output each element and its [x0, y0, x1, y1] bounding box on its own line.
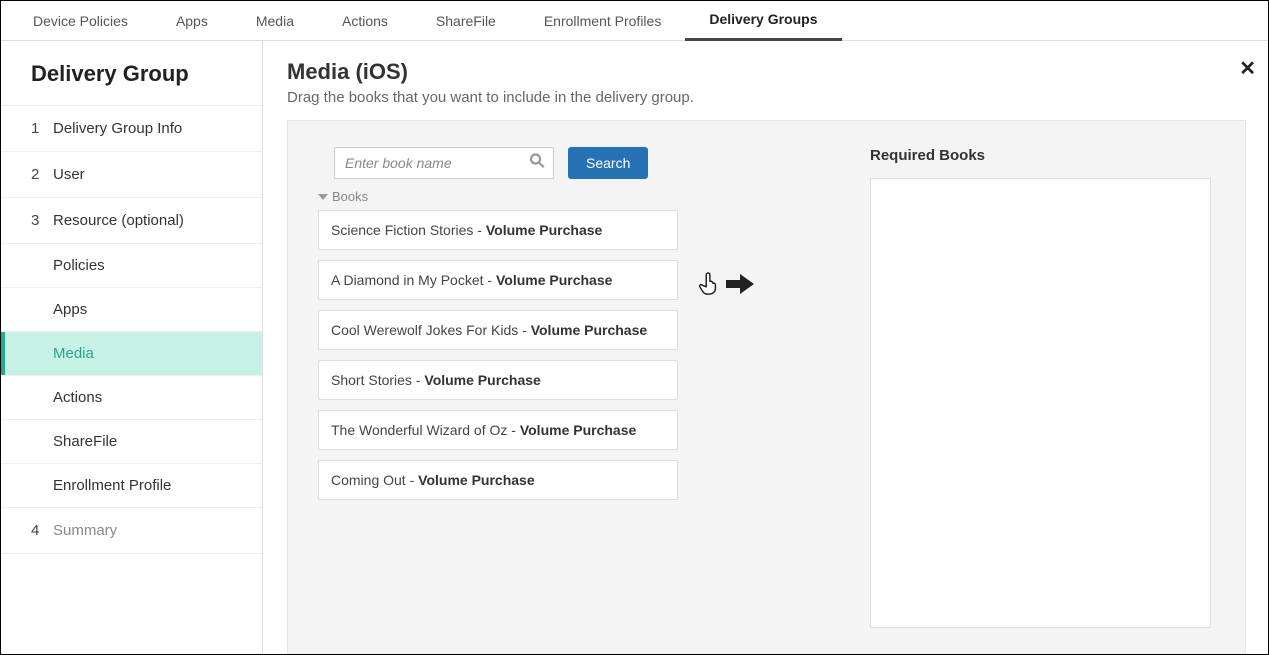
book-item[interactable]: Short Stories - Volume Purchase [318, 360, 678, 400]
book-item[interactable]: Coming Out - Volume Purchase [318, 460, 678, 500]
step-delivery-group-info[interactable]: 1 Delivery Group Info [1, 106, 262, 152]
book-suffix: Volume Purchase [531, 322, 647, 338]
substep-media[interactable]: Media [1, 332, 262, 376]
hand-pointer-icon [698, 271, 720, 302]
tab-device-policies[interactable]: Device Policies [9, 1, 152, 41]
required-books-title: Required Books [870, 147, 1211, 164]
substep-policies[interactable]: Policies [1, 244, 262, 288]
tab-sharefile[interactable]: ShareFile [412, 1, 520, 41]
tab-delivery-groups[interactable]: Delivery Groups [685, 1, 841, 41]
step-user[interactable]: 2 User [1, 152, 262, 198]
drag-hint [698, 271, 754, 302]
top-nav: Device Policies Apps Media Actions Share… [1, 1, 1268, 41]
books-group-label: Books [332, 189, 368, 204]
sidebar-title: Delivery Group [1, 41, 262, 106]
step-number: 3 [31, 212, 53, 229]
step-number: 2 [31, 166, 53, 183]
substep-label: Media [53, 345, 94, 362]
step-label: Summary [53, 522, 117, 539]
step-number: 4 [31, 522, 53, 539]
books-group-header[interactable]: Books [318, 189, 678, 204]
tab-apps[interactable]: Apps [152, 1, 232, 41]
step-label: Resource (optional) [53, 212, 184, 229]
substep-label: ShareFile [53, 433, 117, 450]
book-title: Cool Werewolf Jokes For Kids [331, 322, 518, 338]
arrow-right-icon [726, 274, 754, 299]
required-books-dropzone[interactable] [870, 178, 1211, 628]
close-button[interactable]: ✕ [1239, 59, 1256, 79]
substep-apps[interactable]: Apps [1, 288, 262, 332]
book-suffix: Volume Purchase [418, 472, 534, 488]
available-books-column: Search Books Science Fiction Stories - V… [318, 147, 678, 628]
tab-enrollment-profiles[interactable]: Enrollment Profiles [520, 1, 686, 41]
book-item[interactable]: The Wonderful Wizard of Oz - Volume Purc… [318, 410, 678, 450]
caret-down-icon [318, 194, 328, 200]
book-title: The Wonderful Wizard of Oz [331, 422, 507, 438]
book-suffix: Volume Purchase [496, 272, 612, 288]
book-suffix: Volume Purchase [424, 372, 540, 388]
substep-label: Apps [53, 301, 87, 318]
search-field-wrapper [334, 147, 554, 179]
step-label: Delivery Group Info [53, 120, 182, 137]
search-input[interactable] [334, 147, 554, 179]
step-label: User [53, 166, 85, 183]
book-item[interactable]: A Diamond in My Pocket - Volume Purchase [318, 260, 678, 300]
book-title: Science Fiction Stories [331, 222, 473, 238]
page-title: Media (iOS) [287, 59, 1246, 85]
substep-actions[interactable]: Actions [1, 376, 262, 420]
media-panel: Search Books Science Fiction Stories - V… [287, 120, 1246, 654]
substep-sharefile[interactable]: ShareFile [1, 420, 262, 464]
book-item[interactable]: Cool Werewolf Jokes For Kids - Volume Pu… [318, 310, 678, 350]
book-suffix: Volume Purchase [520, 422, 636, 438]
required-books-column: Required Books [870, 147, 1215, 628]
tab-actions[interactable]: Actions [318, 1, 412, 41]
step-number: 1 [31, 120, 53, 137]
step-resource[interactable]: 3 Resource (optional) [1, 198, 262, 244]
substep-label: Actions [53, 389, 102, 406]
tab-media[interactable]: Media [232, 1, 318, 41]
book-title: Coming Out [331, 472, 406, 488]
substep-enrollment-profile[interactable]: Enrollment Profile [1, 464, 262, 508]
book-suffix: Volume Purchase [486, 222, 602, 238]
book-title: A Diamond in My Pocket [331, 272, 484, 288]
search-row: Search [318, 147, 678, 179]
content-area: Media (iOS) Drag the books that you want… [263, 41, 1268, 654]
book-item[interactable]: Science Fiction Stories - Volume Purchas… [318, 210, 678, 250]
wizard-sidebar: Delivery Group 1 Delivery Group Info 2 U… [1, 41, 263, 654]
step-summary[interactable]: 4 Summary [1, 508, 262, 554]
search-button[interactable]: Search [568, 147, 648, 179]
book-title: Short Stories [331, 372, 412, 388]
substep-label: Enrollment Profile [53, 477, 171, 494]
substep-label: Policies [53, 257, 105, 274]
page-subtitle: Drag the books that you want to include … [287, 89, 1246, 106]
